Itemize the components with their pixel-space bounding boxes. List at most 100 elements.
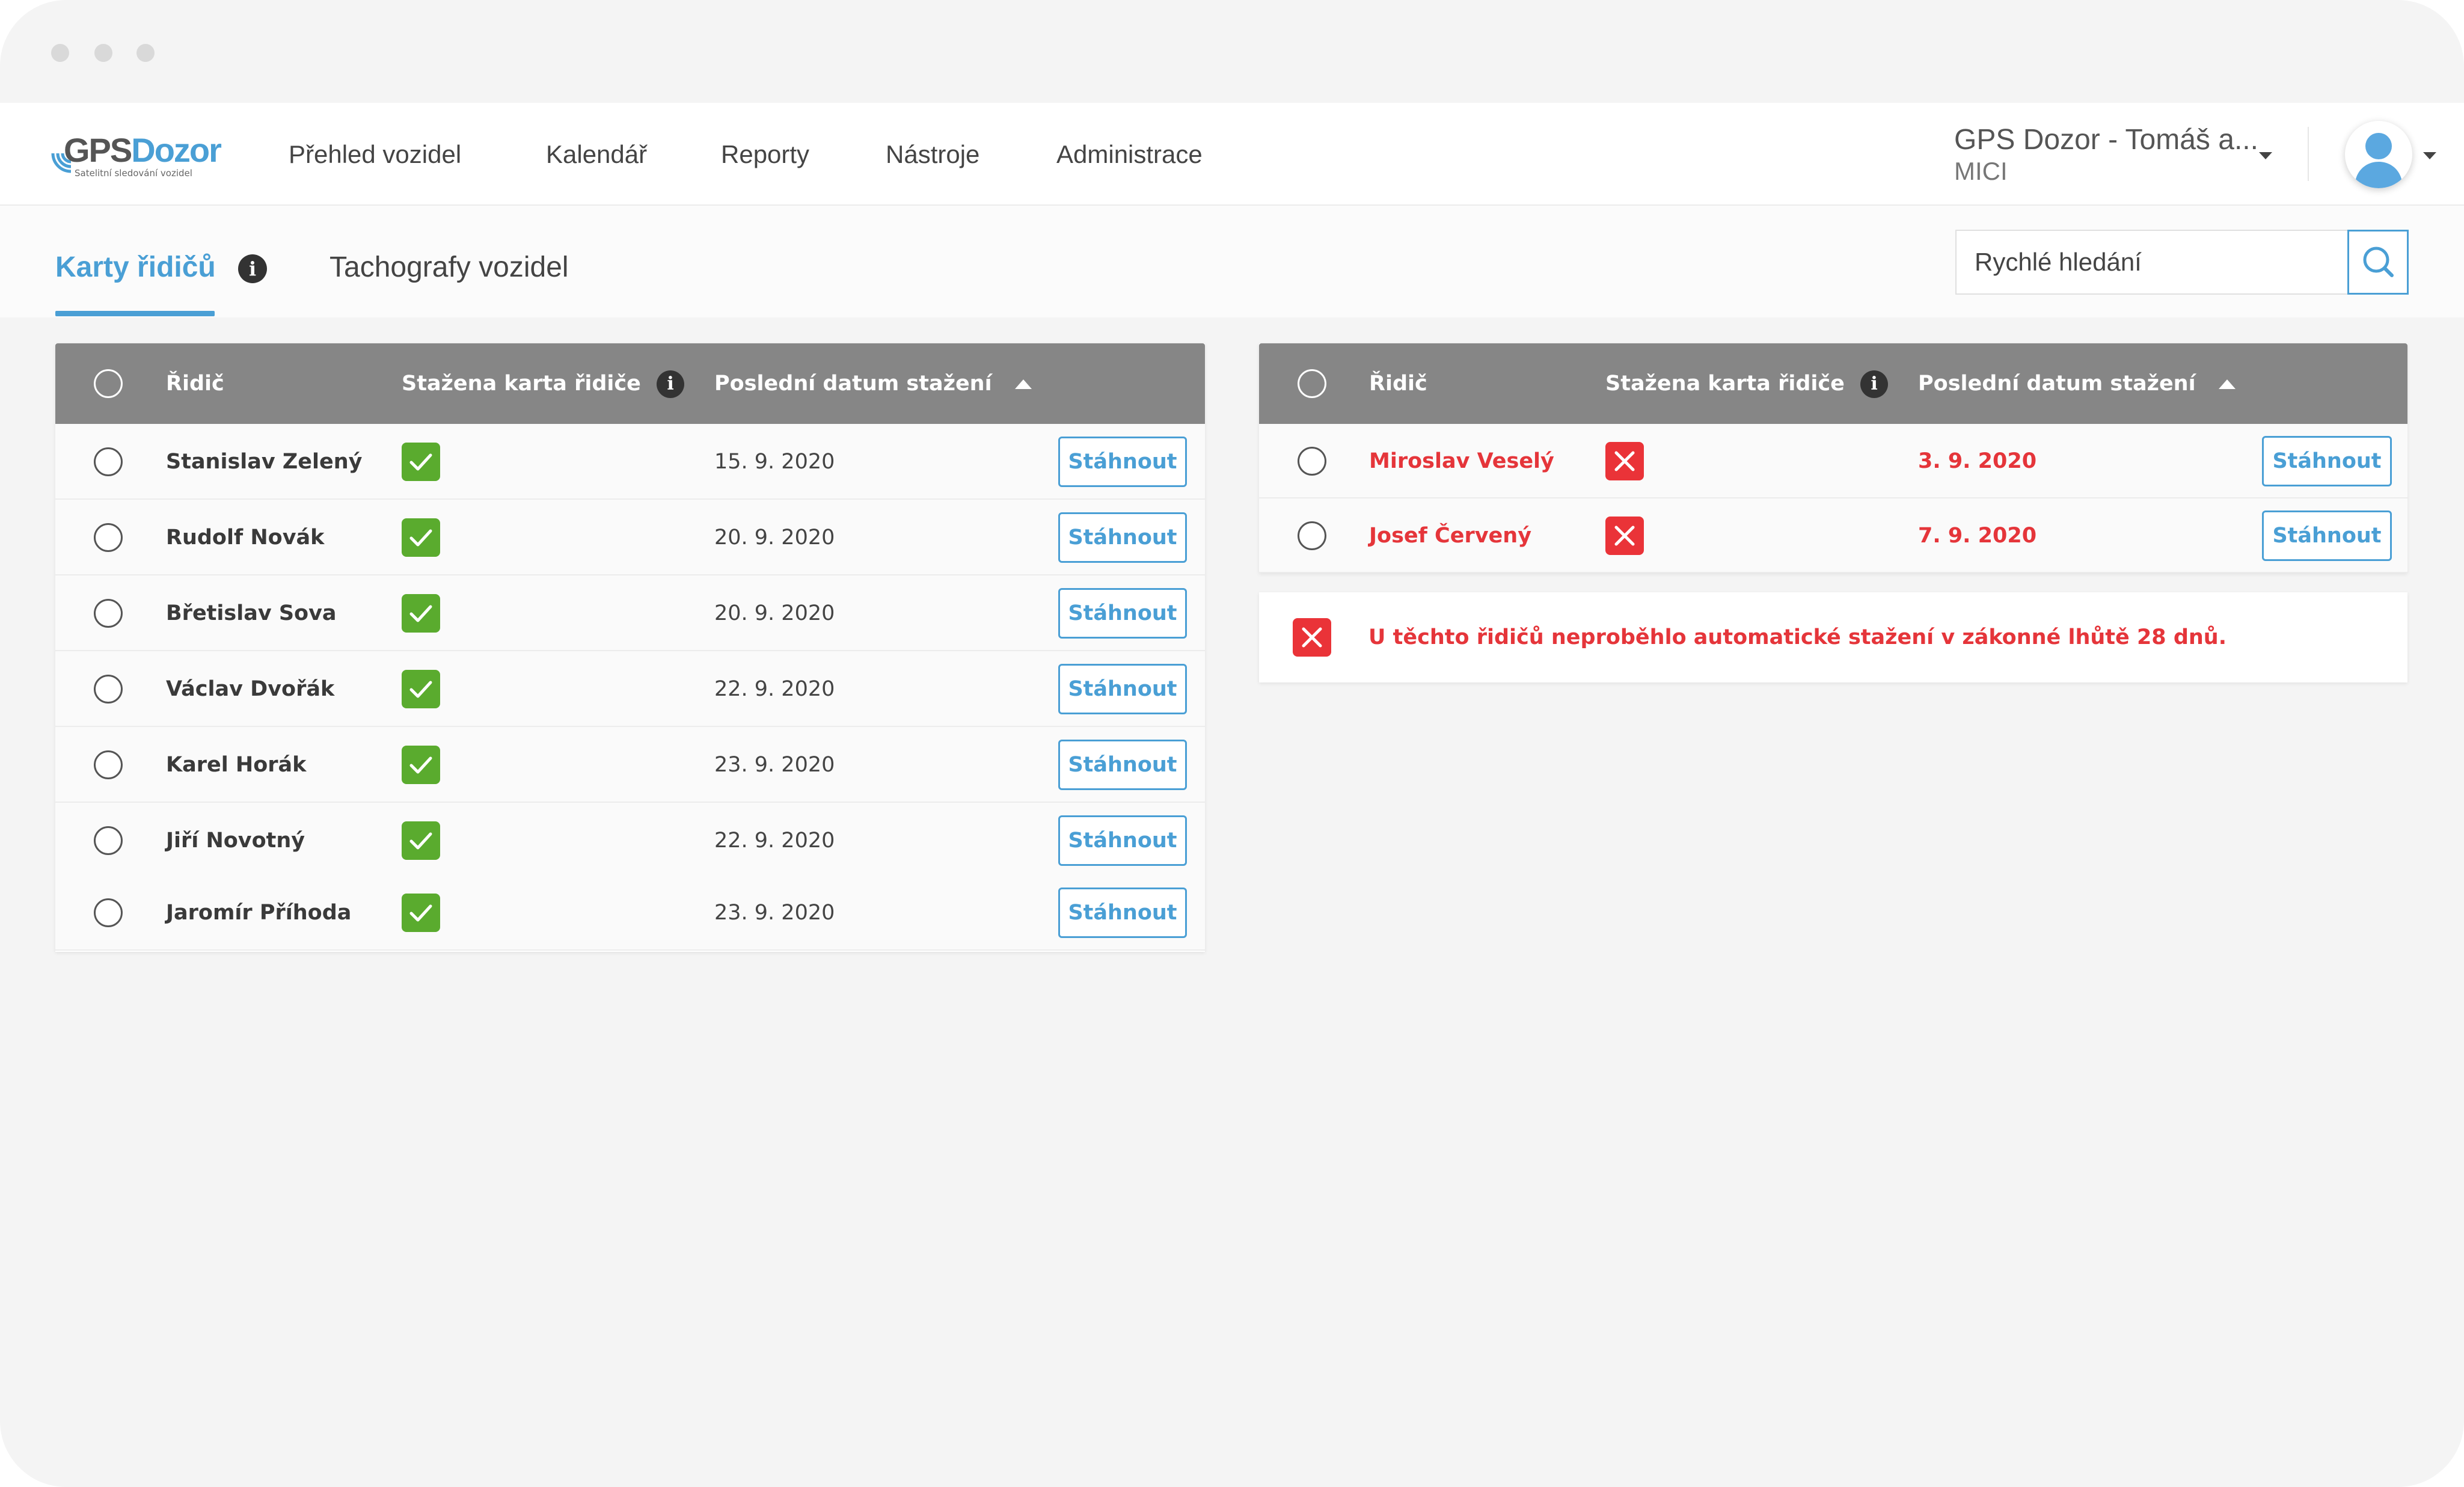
info-icon[interactable]: i <box>1860 370 1889 398</box>
last-download-date: 23. 9. 2020 <box>714 901 835 925</box>
download-button[interactable]: Stáhnout <box>1058 664 1187 714</box>
column-header-last-download[interactable]: Poslední datum stažení <box>714 343 1032 424</box>
driver-name: Stanislav Zelený <box>166 450 363 474</box>
column-header-card-downloaded: Stažena karta řidiče i <box>402 343 685 424</box>
sort-up-icon <box>2218 379 2236 389</box>
checkmark-icon <box>402 594 440 633</box>
last-download-date: 22. 9. 2020 <box>714 829 835 853</box>
row-select-radio[interactable] <box>94 826 123 855</box>
download-button[interactable]: Stáhnout <box>2262 436 2392 486</box>
column-header-last-download-label: Poslední datum stažení <box>714 372 992 396</box>
nav-item-kalendar[interactable]: Kalendář <box>546 140 647 169</box>
info-icon[interactable]: i <box>657 370 685 398</box>
search-button[interactable] <box>2347 230 2409 295</box>
checkmark-icon <box>402 746 440 784</box>
row-select-radio[interactable] <box>94 898 123 927</box>
download-button[interactable]: Stáhnout <box>2262 510 2392 561</box>
checkmark-icon <box>402 821 440 860</box>
table-row[interactable]: Václav Dvořák 22. 9. 2020 Stáhnout <box>55 651 1205 727</box>
row-select-radio[interactable] <box>94 523 123 552</box>
gps-dozor-logo[interactable]: GPSDozor Satelitní sledování vozidel <box>49 130 222 179</box>
account-name[interactable]: GPS Dozor - Tomáš a... <box>1954 123 2258 156</box>
last-download-date: 7. 9. 2020 <box>1918 524 2037 548</box>
column-header-card-downloaded: Stažena karta řidiče i <box>1605 343 1889 424</box>
last-download-date: 23. 9. 2020 <box>714 753 835 777</box>
tab-tachografy-vozidel[interactable]: Tachografy vozidel <box>329 251 569 284</box>
download-button[interactable]: Stáhnout <box>1058 888 1187 938</box>
user-menu-caret-down-icon[interactable] <box>2423 152 2436 159</box>
driver-name: Jaromír Příhoda <box>166 901 352 925</box>
row-select-radio[interactable] <box>94 675 123 704</box>
account-caret-down-icon[interactable] <box>2259 152 2272 159</box>
window-dot-minimize[interactable] <box>94 44 112 62</box>
warning-text: U těchto řidičů neproběhlo automatické s… <box>1368 625 2227 649</box>
driver-name: Jiří Novotný <box>166 829 305 853</box>
download-button[interactable]: Stáhnout <box>1058 815 1187 866</box>
row-select-radio[interactable] <box>1298 447 1326 476</box>
download-button[interactable]: Stáhnout <box>1058 740 1187 790</box>
active-tab-indicator <box>55 311 215 316</box>
tab-karty-ridicu[interactable]: Karty řidičů i <box>55 251 268 284</box>
driver-name: Václav Dvořák <box>166 677 335 701</box>
row-select-radio[interactable] <box>94 447 123 476</box>
logo-dozor-text: Dozor <box>131 131 222 169</box>
nav-item-nastroje[interactable]: Nástroje <box>886 140 979 169</box>
checkmark-icon <box>402 894 440 932</box>
nav-item-reporty[interactable]: Reporty <box>721 140 809 169</box>
column-header-driver[interactable]: Řidič <box>166 343 224 424</box>
info-icon[interactable]: i <box>238 254 268 283</box>
table-row[interactable]: Stanislav Zelený 15. 9. 2020 Stáhnout <box>55 424 1205 500</box>
column-header-driver[interactable]: Řidič <box>1369 343 1427 424</box>
x-mark-icon <box>1605 442 1644 480</box>
nav-item-administrace[interactable]: Administrace <box>1056 140 1203 169</box>
last-download-date: 20. 9. 2020 <box>714 526 835 550</box>
driver-name: Josef Červený <box>1369 524 1532 548</box>
downloaded-cards-panel: Řidič Stažena karta řidiče i Poslední da… <box>55 343 1205 952</box>
select-all-radio[interactable] <box>94 369 123 398</box>
quick-search <box>1955 230 2409 295</box>
download-button[interactable]: Stáhnout <box>1058 512 1187 563</box>
select-all-radio[interactable] <box>1298 369 1326 398</box>
search-icon <box>2363 247 2394 277</box>
user-avatar[interactable] <box>2345 121 2412 188</box>
account-subtitle: MICI <box>1954 157 2008 185</box>
nav-item-prehled-vozidel[interactable]: Přehled vozidel <box>289 140 461 169</box>
column-header-last-download-label: Poslední datum stažení <box>1918 372 2196 396</box>
logo-tagline: Satelitní sledování vozidel <box>75 168 192 179</box>
app-window: GPSDozor Satelitní sledování vozidel Pře… <box>0 0 2464 1487</box>
table-row[interactable]: Jiří Novotný 22. 9. 2020 Stáhnout <box>55 803 1205 878</box>
driver-name: Rudolf Novák <box>166 526 325 550</box>
column-header-card-downloaded-label: Stažena karta řidiče <box>402 372 641 396</box>
last-download-date: 3. 9. 2020 <box>1918 449 2037 473</box>
row-select-radio[interactable] <box>94 599 123 628</box>
driver-name: Miroslav Veselý <box>1369 449 1554 473</box>
sort-up-icon <box>1014 379 1032 389</box>
tabs-bar: Karty řidičů i Tachografy vozidel <box>0 206 2464 317</box>
table-row[interactable]: Karel Horák 23. 9. 2020 Stáhnout <box>55 727 1205 803</box>
last-download-date: 20. 9. 2020 <box>714 601 835 625</box>
last-download-date: 22. 9. 2020 <box>714 677 835 701</box>
table-row[interactable]: Miroslav Veselý 3. 9. 2020 Stáhnout <box>1259 424 2407 498</box>
window-dot-maximize[interactable] <box>136 44 155 62</box>
row-select-radio[interactable] <box>1298 521 1326 550</box>
driver-name: Karel Horák <box>166 753 307 777</box>
driver-name: Břetislav Sova <box>166 601 337 625</box>
last-download-date: 15. 9. 2020 <box>714 450 835 474</box>
table-header: Řidič Stažena karta řidiče i Poslední da… <box>55 343 1205 424</box>
logo-gps-text: GPS <box>64 131 132 169</box>
table-row[interactable]: Josef Červený 7. 9. 2020 Stáhnout <box>1259 498 2407 573</box>
column-header-last-download[interactable]: Poslední datum stažení <box>1918 343 2236 424</box>
checkmark-icon <box>402 670 440 708</box>
window-dot-close[interactable] <box>51 44 69 62</box>
user-avatar-icon <box>2355 133 2403 188</box>
download-button[interactable]: Stáhnout <box>1058 588 1187 639</box>
search-input[interactable] <box>1957 231 2341 293</box>
row-select-radio[interactable] <box>94 750 123 779</box>
checkmark-icon <box>402 518 440 557</box>
table-row[interactable]: Rudolf Novák 20. 9. 2020 Stáhnout <box>55 500 1205 575</box>
download-button[interactable]: Stáhnout <box>1058 437 1187 487</box>
failed-cards-panel: Řidič Stažena karta řidiče i Poslední da… <box>1259 343 2407 573</box>
tab-karty-ridicu-label: Karty řidičů <box>55 251 216 283</box>
table-row[interactable]: Břetislav Sova 20. 9. 2020 Stáhnout <box>55 575 1205 651</box>
table-row[interactable]: Jaromír Příhoda 23. 9. 2020 Stáhnout <box>55 875 1205 951</box>
